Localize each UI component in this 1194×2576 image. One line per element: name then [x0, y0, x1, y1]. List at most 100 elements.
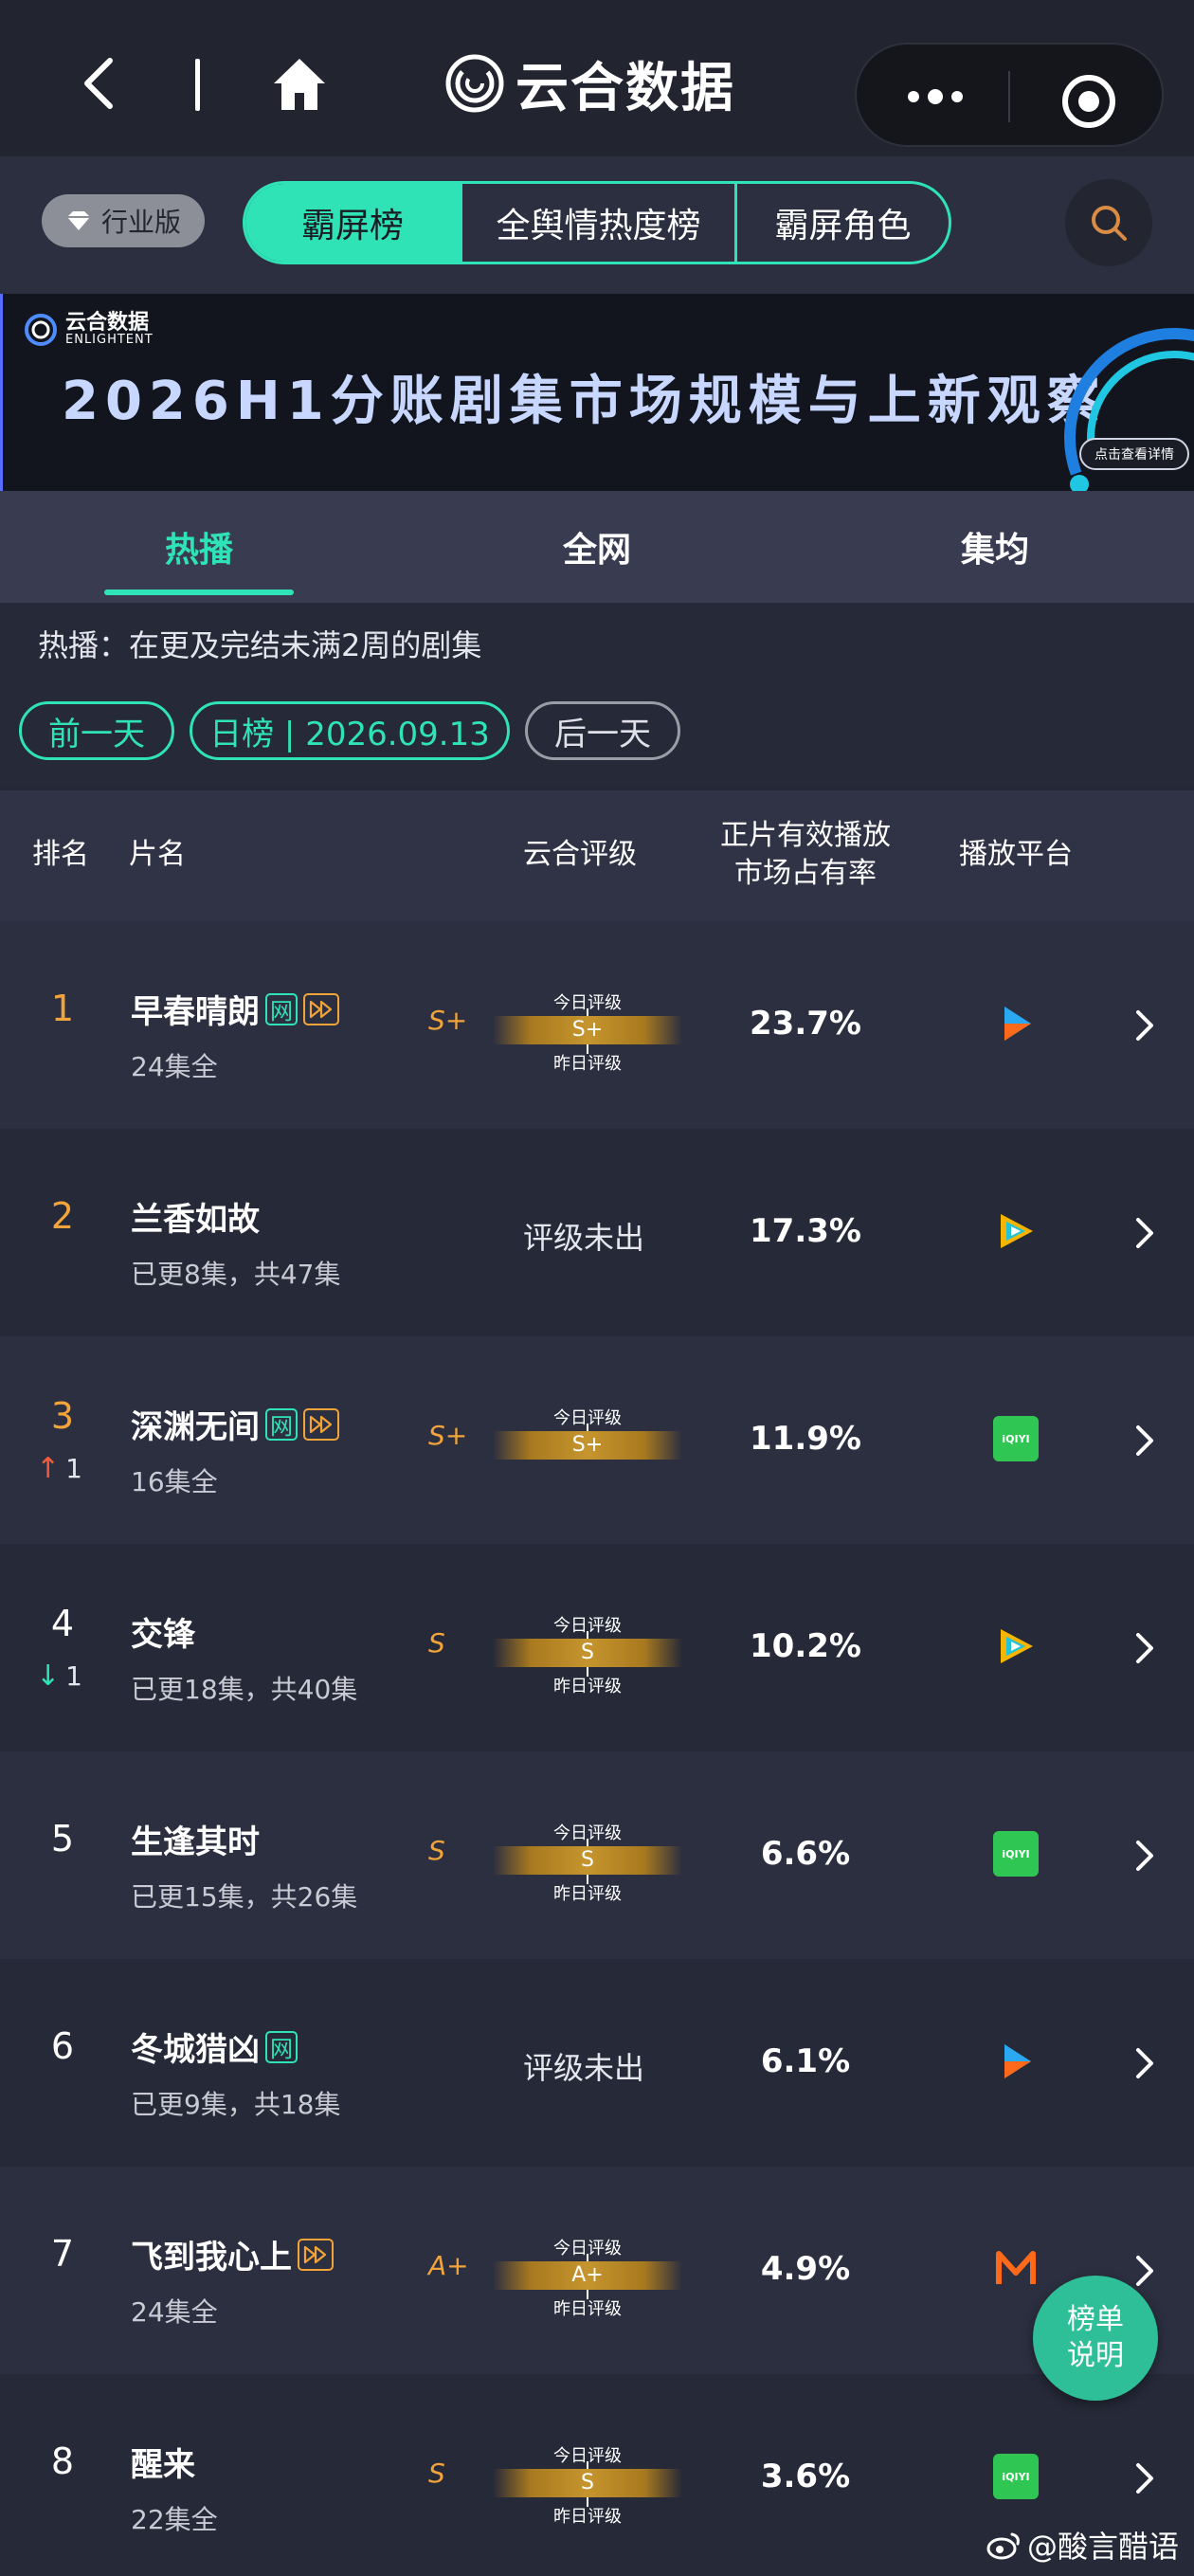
prev-day-button[interactable]: 前一天 — [19, 701, 174, 760]
market-share: 10.2% — [750, 1627, 861, 1665]
mgtv-icon — [996, 2251, 1036, 2284]
yesterday-grade-label: 昨日评级 — [553, 2507, 622, 2527]
show-title-text: 冬城猎凶 — [131, 2031, 260, 2069]
table-row[interactable]: 3 ↑ 1 深渊无间 网 16集全 S+ 今日评级 S+ 11.9% iQIYI — [0, 1336, 1194, 1544]
table-row[interactable]: 6 冬城猎凶 网 已更9集，共18集 评级未出 6.1% — [0, 1959, 1194, 2167]
grade-indicator: 今日评级 S+ — [493, 1405, 682, 1486]
enlightent-logo-icon — [445, 54, 504, 113]
capsule-divider — [1008, 71, 1010, 122]
market-share: 3.6% — [760, 2458, 851, 2495]
banner-logo-en: ENLIGHTENT — [65, 332, 154, 347]
chevron-right-icon[interactable] — [1133, 1839, 1156, 1873]
episode-info: 已更8集，共47集 — [131, 1259, 341, 1290]
rank-number: 1 — [50, 988, 75, 1029]
net-drama-badge: 网 — [265, 2030, 298, 2063]
iqiyi-icon: iQIYI — [993, 2454, 1039, 2499]
brand-name: 云合数据 — [516, 57, 735, 119]
diamond-icon — [66, 211, 90, 230]
chevron-right-icon[interactable] — [1133, 2461, 1156, 2495]
tencent-video-icon — [1001, 1629, 1033, 1663]
active-tab-underline — [104, 590, 294, 595]
edition-label: 行业版 — [100, 207, 181, 238]
grade-pending: 评级未出 — [523, 1220, 645, 1256]
episode-info: 22集全 — [131, 2504, 218, 2535]
grade-indicator: 今日评级 S 昨日评级 — [493, 1612, 682, 1696]
search-button[interactable] — [1065, 179, 1152, 266]
iqiyi-label: iQIYI — [1002, 2470, 1030, 2483]
yesterday-grade: S — [428, 1627, 445, 1659]
show-title: 醒来 — [131, 2439, 195, 2485]
show-title: 兰香如故 — [131, 1193, 260, 1240]
tab-per-episode[interactable]: 集均 — [796, 491, 1194, 603]
rank-number: 7 — [50, 2233, 75, 2275]
header-share-line1: 正片有效播放 — [720, 819, 891, 852]
next-day-button[interactable]: 后一天 — [525, 701, 680, 760]
chart-explanation-button[interactable]: 榜单 说明 — [1033, 2276, 1158, 2401]
rank-number: 5 — [50, 1818, 75, 1859]
grade-indicator: 今日评级 S+ 昨日评级 — [493, 989, 682, 1074]
chevron-right-icon[interactable] — [1133, 1008, 1156, 1043]
show-title-text: 深渊无间 — [131, 1408, 260, 1446]
table-row[interactable]: 7 飞到我心上 24集全 A+ 今日评级 A+ 昨日评级 4.9% — [0, 2167, 1194, 2374]
table-row[interactable]: 5 生逢其时 已更15集，共26集 S 今日评级 S 昨日评级 6.6% iQI… — [0, 1751, 1194, 1959]
yesterday-grade-label: 昨日评级 — [553, 2299, 622, 2319]
enlightent-logo-icon — [25, 314, 57, 346]
tencent-video-icon — [1001, 1214, 1033, 1248]
fast-forward-badge-icon — [298, 2238, 334, 2271]
youku-icon — [1004, 1007, 1031, 1041]
edition-badge[interactable]: 行业版 — [42, 194, 205, 247]
current-date-button[interactable]: 日榜 | 2026.09.13 — [190, 701, 510, 760]
more-icon[interactable] — [902, 81, 968, 113]
tab-hot-airing[interactable]: 热播 — [0, 491, 398, 603]
episode-info: 已更15集，共26集 — [131, 1881, 358, 1913]
youku-icon — [1004, 2044, 1031, 2078]
table-row[interactable]: 1 早春晴朗 网 24集全 S+ 今日评级 S+ 昨日评级 23.7% — [0, 921, 1194, 1129]
fast-forward-badge-icon — [303, 992, 339, 1025]
header-title: 片名 — [129, 838, 186, 871]
tab-all-network[interactable]: 全网 — [398, 491, 796, 603]
yesterday-grade-label: 昨日评级 — [553, 1677, 622, 1696]
home-icon[interactable] — [270, 55, 329, 114]
banner-dot — [1070, 475, 1089, 491]
market-share: 6.6% — [760, 1835, 851, 1873]
chart-description: 热播：在更及完结未满2周的剧集 — [38, 627, 482, 663]
show-title: 深渊无间 网 — [131, 1401, 339, 1447]
chevron-right-icon[interactable] — [1133, 2046, 1156, 2080]
banner-cta[interactable]: 点击查看详情 — [1079, 438, 1189, 470]
market-share: 11.9% — [750, 1420, 861, 1458]
header-platform: 播放平台 — [959, 838, 1073, 871]
toolbar: 行业版 霸屏榜 全舆情热度榜 霸屏角色 — [0, 156, 1194, 294]
back-arrow-icon[interactable] — [76, 55, 123, 112]
chevron-right-icon[interactable] — [1133, 2254, 1156, 2288]
show-title: 飞到我心上 — [131, 2231, 334, 2277]
table-row[interactable]: 2 兰香如故 已更8集，共47集 评级未出 17.3% — [0, 1129, 1194, 1336]
yesterday-grade-label: 昨日评级 — [553, 1054, 622, 1074]
episode-info: 24集全 — [131, 1051, 218, 1082]
chevron-right-icon[interactable] — [1133, 1424, 1156, 1458]
net-drama-badge: 网 — [265, 1407, 298, 1441]
category-tabs: 热播 全网 集均 — [0, 491, 1194, 603]
banner-title: 2026H1分账剧集市场规模与上新观察 — [62, 371, 1107, 432]
chevron-right-icon[interactable] — [1133, 1216, 1156, 1250]
grade-indicator: 今日评级 A+ 昨日评级 — [493, 2235, 682, 2319]
show-title: 早春晴朗 网 — [131, 986, 339, 1032]
rank-number: 2 — [50, 1195, 75, 1237]
table-header: 排名 片名 云合评级 正片有效播放 市场占有率 播放平台 — [0, 790, 1194, 921]
tab-dominant-roles[interactable]: 霸屏角色 — [734, 184, 949, 262]
arrow-up-icon: ↑ — [36, 1452, 61, 1485]
rank-change: ↓ 1 — [36, 1660, 82, 1693]
table-row[interactable]: 4 ↓ 1 交锋 已更18集，共40集 S 今日评级 S 昨日评级 10.2% — [0, 1544, 1194, 1751]
iqiyi-icon: iQIYI — [993, 1831, 1039, 1877]
today-grade: S — [581, 1848, 594, 1872]
episode-info: 已更9集，共18集 — [131, 2089, 341, 2120]
close-target-icon[interactable] — [1060, 73, 1117, 130]
chevron-right-icon[interactable] — [1133, 1631, 1156, 1665]
promo-banner[interactable]: 云合数据 ENLIGHTENT 2026H1分账剧集市场规模与上新观察 点击查看… — [0, 294, 1194, 491]
yesterday-grade: S — [428, 1835, 445, 1866]
header-rating: 云合评级 — [523, 838, 637, 871]
mini-program-capsule — [855, 43, 1164, 147]
header-share-line2: 市场占有率 — [734, 857, 877, 890]
tab-public-opinion-chart[interactable]: 全舆情热度榜 — [460, 184, 734, 262]
header-share: 正片有效播放 市场占有率 — [715, 817, 896, 893]
tab-dominance-chart[interactable]: 霸屏榜 — [245, 184, 460, 262]
